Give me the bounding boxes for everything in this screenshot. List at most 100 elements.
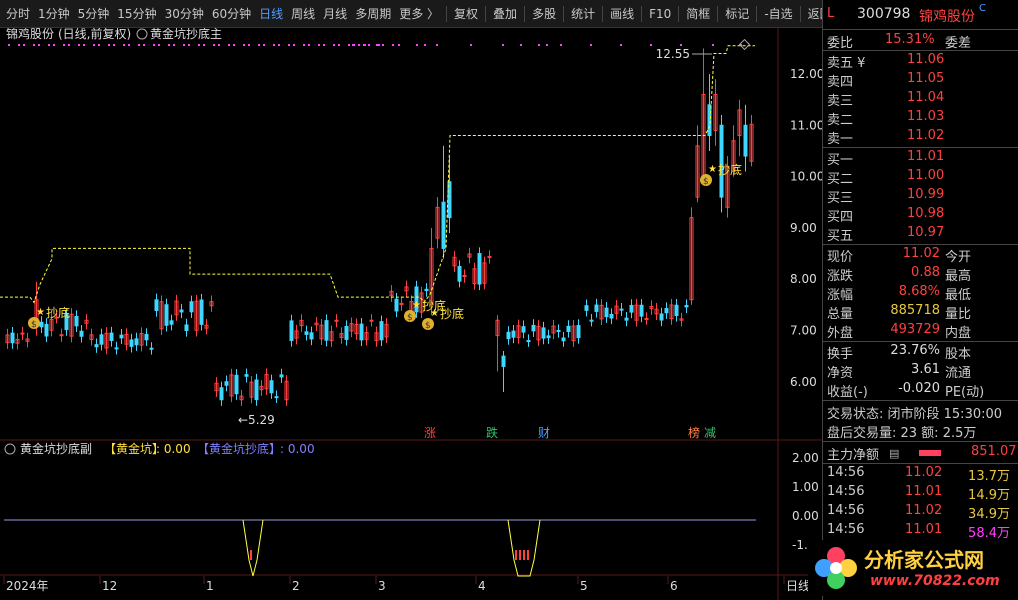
tab-3[interactable]: 15分钟 [113, 0, 160, 28]
money-bag-icon: $ [703, 177, 709, 187]
signal-dot [8, 44, 10, 46]
candle-body [289, 320, 294, 341]
candle-body [594, 304, 599, 312]
candle-body [743, 124, 748, 157]
tool-button-5[interactable]: F10 [645, 0, 675, 28]
signal-dot [323, 44, 325, 46]
candle-body [144, 333, 149, 341]
stat-value: 23.76% [890, 343, 940, 358]
tool-button-3[interactable]: 统计 [567, 0, 599, 28]
tab-2[interactable]: 5分钟 [74, 0, 114, 28]
event-badge: 财 [538, 426, 550, 440]
ask-label: 卖四 [827, 75, 854, 90]
candle-body [134, 338, 139, 346]
signal-dot [416, 44, 418, 46]
signal-dot [108, 44, 110, 46]
bid-label: 买五 [827, 229, 854, 244]
candle-body [589, 319, 594, 322]
candle-body [619, 308, 624, 311]
signal-dot [228, 44, 230, 46]
candle-body [44, 323, 49, 337]
candle-body [546, 335, 551, 339]
tab-5[interactable]: 60分钟 [208, 0, 255, 28]
stat-label2: 股本 [945, 347, 972, 362]
candle-body [379, 321, 384, 341]
tool-button-6[interactable]: 简框 [682, 0, 714, 28]
signal-dot [258, 44, 260, 46]
tab-4[interactable]: 30分钟 [161, 0, 208, 28]
candle-body [506, 331, 511, 340]
sub-tick: 0.00 [792, 509, 819, 523]
tool-button-4[interactable]: 画线 [606, 0, 638, 28]
candle-body [10, 332, 15, 344]
signal-dot [53, 44, 55, 46]
candle-body [521, 326, 526, 333]
tab-7[interactable]: 周线 [287, 0, 319, 28]
candle-body [369, 319, 374, 322]
weicha-label: 委差 [945, 36, 972, 51]
candle-body [269, 380, 274, 394]
tab-1[interactable]: 1分钟 [34, 0, 74, 28]
tab-6[interactable]: 日线 [255, 0, 287, 28]
signal-dot [303, 44, 305, 46]
ask-price: 11.05 [907, 71, 945, 86]
signal-dot [38, 44, 40, 46]
quote-panel: L 300798 锦鸡股份 C 委比 15.31% 委差 卖五 ¥ 11.06 卖四 11.05 卖三… [822, 0, 1018, 600]
signal-dot [98, 44, 100, 46]
signal-dot [333, 44, 335, 46]
candle-body [609, 313, 614, 319]
x-label: 1 [206, 579, 214, 593]
bid-price: 11.00 [907, 168, 945, 183]
signal-dot [128, 44, 130, 46]
sub-item1-label: 【黄金坑】 [104, 441, 164, 456]
main-flow-label: 主力净额 [827, 448, 880, 463]
kline-chart[interactable]: 锦鸡股份 (日线,前复权) 黄金坑抄底主12.0011.0010.009.008.0… [0, 28, 822, 600]
stat-value: 885718 [890, 303, 940, 318]
signal-dot [243, 44, 245, 46]
sub-indicator-name: 黄金坑抄底副 [20, 441, 92, 456]
candle-body [94, 344, 99, 348]
sub-item1-value: : 0.00 [156, 442, 191, 456]
tool-button-2[interactable]: 多股 [528, 0, 560, 28]
signal-dot [620, 44, 622, 46]
signal-dot [188, 44, 190, 46]
candle-body [424, 288, 429, 292]
toolbar-divider [641, 5, 643, 22]
tool-button-7[interactable]: 标记 [721, 0, 753, 28]
tab-9[interactable]: 多周期 [351, 0, 395, 28]
sub-tick: 1.00 [792, 480, 819, 494]
support-line [0, 45, 755, 304]
tick-volume: 13.7万 [968, 469, 1010, 484]
tool-button-1[interactable]: 叠加 [489, 0, 521, 28]
ask-price: 11.03 [907, 109, 945, 124]
stat-label2: 最高 [945, 269, 972, 284]
tab-0[interactable]: 分时 [2, 0, 34, 28]
signal-dot [382, 44, 384, 46]
price-tick: 10.00 [790, 170, 822, 184]
tool-button-0[interactable]: 复权 [450, 0, 482, 28]
signal-dot [338, 44, 340, 46]
tool-button-8[interactable]: -自选 [760, 0, 796, 28]
x-label: 3 [378, 579, 386, 593]
tab-10[interactable]: 更多 〉 [395, 0, 443, 28]
candle-body [359, 323, 364, 341]
tick-time: 14:56 [827, 465, 865, 480]
after-hours: 盘后交易量: 23 额: 2.5万 [827, 426, 977, 441]
indicator-toggle-icon [4, 443, 16, 455]
chart-area[interactable]: 锦鸡股份 (日线,前复权) 黄金坑抄底主 12.00 11.00 10.00 9.00 8.0… [0, 28, 822, 600]
signal-dot [546, 44, 548, 46]
candle-body [79, 330, 84, 337]
candle-body [109, 332, 114, 341]
toolbar-divider [799, 5, 801, 22]
signal-dot [213, 44, 215, 46]
panel-divider [823, 463, 1018, 464]
signal-dot [364, 44, 366, 46]
signal-dot [288, 44, 290, 46]
tick-price: 11.01 [905, 522, 943, 537]
signal-dot [183, 44, 185, 46]
sub-item2-value: : 0.00 [280, 442, 315, 456]
candle-body [707, 104, 712, 137]
candle-body [274, 396, 279, 399]
tab-8[interactable]: 月线 [319, 0, 351, 28]
candle-body [309, 332, 314, 340]
